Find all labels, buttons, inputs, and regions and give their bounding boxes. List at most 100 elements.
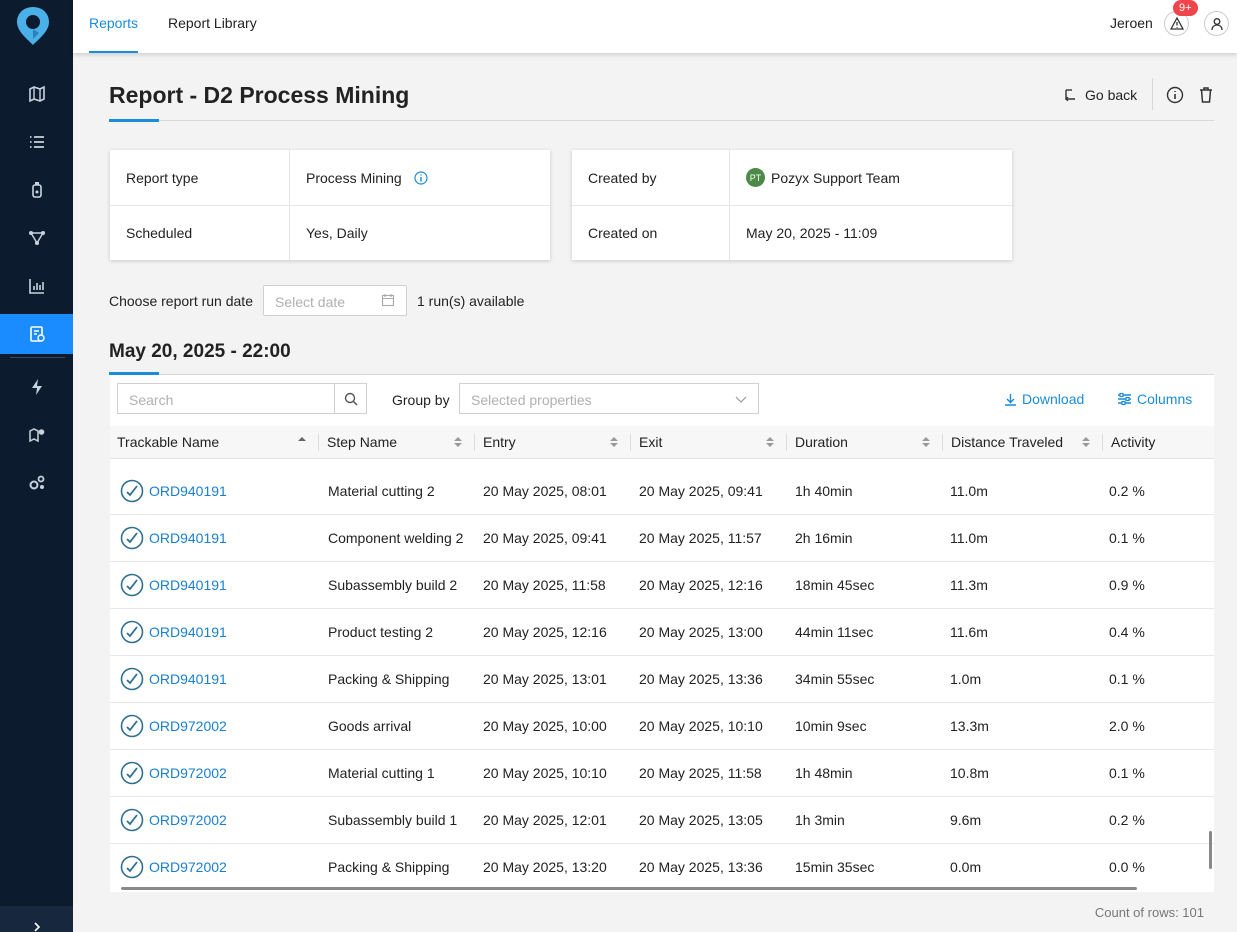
go-back-label: Go back: [1085, 87, 1138, 103]
created-by-text: Pozyx Support Team: [771, 169, 900, 186]
cell-duration: 18min 45sec: [795, 577, 875, 593]
tab-report-library[interactable]: Report Library: [168, 0, 257, 53]
cell-duration: 2h 16min: [795, 530, 853, 546]
table-row[interactable]: ORD940191 Subassembly build 2 20 May 202…: [110, 562, 1214, 609]
sidebar-item-map-settings[interactable]: [0, 415, 73, 455]
search-input[interactable]: Search: [117, 383, 367, 414]
sidebar-item-map[interactable]: [0, 74, 73, 114]
group-by-label: Group by: [392, 392, 450, 408]
created-on-row: Created on May 20, 2025 - 11:09: [572, 205, 1012, 260]
report-type-text: Process Mining: [306, 169, 402, 186]
group-by-select[interactable]: Selected properties: [459, 383, 759, 414]
table-row[interactable]: ORD940191 Packing & Shipping 20 May 2025…: [110, 656, 1214, 703]
sidebar-item-flows[interactable]: [0, 218, 73, 258]
tab-reports[interactable]: Reports: [89, 0, 139, 53]
map-settings-icon: [28, 428, 44, 443]
trackable-name-link[interactable]: ORD972002: [149, 844, 227, 889]
list-icon: [29, 136, 44, 148]
column-header-distance[interactable]: Distance Traveled: [951, 426, 1063, 459]
sidebar-expand-button[interactable]: [0, 906, 73, 932]
table-row[interactable]: ORD972002 Material cutting 1 20 May 2025…: [110, 750, 1214, 797]
avatar: PT: [746, 168, 765, 187]
table-row[interactable]: ORD972002 Packing & Shipping 20 May 2025…: [110, 844, 1214, 889]
table-row[interactable]: ORD972002 Subassembly build 1 20 May 202…: [110, 797, 1214, 844]
sidebar-item-settings[interactable]: [0, 463, 73, 503]
search-button[interactable]: [334, 384, 366, 413]
sort-icon[interactable]: [1082, 436, 1090, 448]
cell-entry: 20 May 2025, 09:41: [483, 530, 607, 546]
info-icon[interactable]: [414, 170, 428, 185]
cell-distance: 11.6m: [950, 624, 988, 640]
pozyx-logo[interactable]: [14, 5, 52, 47]
sort-icon[interactable]: [766, 436, 774, 448]
process-check-icon: [120, 761, 144, 785]
trackable-name-link[interactable]: ORD940191: [149, 468, 227, 515]
table-row[interactable]: ORD940191 Material cutting 2 20 May 2025…: [110, 468, 1214, 515]
columns-button[interactable]: Columns: [1117, 391, 1192, 407]
sort-icon[interactable]: [610, 436, 618, 448]
column-header-step-name[interactable]: Step Name: [327, 426, 397, 459]
user-menu-button[interactable]: [1204, 11, 1229, 36]
run-date-picker[interactable]: Select date: [263, 285, 407, 316]
cell-step-name: Component welding 2: [328, 530, 464, 546]
trackable-name-link[interactable]: ORD972002: [149, 750, 227, 797]
cell-distance: 10.8m: [950, 765, 989, 781]
cell-distance: 13.3m: [950, 718, 989, 734]
scheduled-row: Scheduled Yes, Daily: [110, 205, 550, 260]
sort-asc-icon[interactable]: [298, 436, 306, 448]
settings-icon: [29, 475, 44, 490]
cell-step-name: Material cutting 2: [328, 483, 435, 499]
go-back-button[interactable]: Go back: [1063, 87, 1137, 103]
column-header-duration[interactable]: Duration: [795, 426, 848, 459]
cell-entry: 20 May 2025, 10:10: [483, 765, 607, 781]
column-separator: [630, 434, 631, 451]
column-header-trackable-name[interactable]: Trackable Name: [117, 426, 219, 459]
trackable-name-link[interactable]: ORD972002: [149, 703, 227, 750]
created-by-value: PT Pozyx Support Team: [746, 168, 900, 187]
sidebar-item-analytics[interactable]: [0, 266, 73, 306]
sidebar-item-devices[interactable]: [0, 170, 73, 210]
report-icon: [29, 326, 45, 342]
trackable-name-link[interactable]: ORD940191: [149, 609, 227, 656]
sidebar-item-automations[interactable]: [0, 367, 73, 407]
column-header-exit[interactable]: Exit: [639, 426, 662, 459]
download-button[interactable]: Download: [1004, 391, 1084, 407]
cell-distance: 11.0m: [950, 483, 988, 499]
go-back-icon: [1065, 89, 1075, 102]
title-accent: [109, 119, 159, 122]
group-by-placeholder: Selected properties: [471, 392, 592, 408]
run-section-title: May 20, 2025 - 22:00: [109, 341, 291, 362]
column-header-activity[interactable]: Activity: [1111, 426, 1155, 459]
top-bar: Reports Report Library Jeroen 9+: [73, 0, 1237, 53]
column-header-entry[interactable]: Entry: [483, 426, 516, 459]
trash-icon[interactable]: [1197, 86, 1215, 104]
sort-icon[interactable]: [454, 436, 462, 448]
cell-activity: 0.2 %: [1109, 812, 1145, 828]
table-row[interactable]: ORD940191 Component welding 2 20 May 202…: [110, 515, 1214, 562]
cell-activity: 0.4 %: [1109, 624, 1145, 640]
cell-exit: 20 May 2025, 11:58: [639, 765, 762, 781]
cell-duration: 1h 48min: [795, 765, 853, 781]
table-row[interactable]: ORD940191 Product testing 2 20 May 2025,…: [110, 609, 1214, 656]
cell-distance: 11.0m: [950, 530, 988, 546]
info-icon[interactable]: [1166, 86, 1184, 104]
horizontal-scrollbar[interactable]: [121, 887, 1137, 890]
column-separator: [786, 434, 787, 451]
cell-activity: 0.1 %: [1109, 765, 1145, 781]
sidebar-item-reports[interactable]: [0, 314, 73, 354]
title-divider: [109, 120, 1214, 121]
notification-badge: 9+: [1173, 0, 1198, 16]
trackable-name-link[interactable]: ORD940191: [149, 515, 227, 562]
report-type-label: Report type: [126, 169, 199, 186]
vertical-scrollbar[interactable]: [1209, 831, 1212, 869]
sidebar-item-list[interactable]: [0, 122, 73, 162]
cell-activity: 0.2 %: [1109, 483, 1145, 499]
sidebar-divider: [10, 357, 65, 358]
trackable-name-link[interactable]: ORD940191: [149, 656, 227, 703]
tag-device-icon: [31, 182, 42, 198]
cell-distance: 11.3m: [950, 577, 988, 593]
trackable-name-link[interactable]: ORD940191: [149, 562, 227, 609]
table-row[interactable]: ORD972002 Goods arrival 20 May 2025, 10:…: [110, 703, 1214, 750]
trackable-name-link[interactable]: ORD972002: [149, 797, 227, 844]
sort-icon[interactable]: [922, 436, 930, 448]
